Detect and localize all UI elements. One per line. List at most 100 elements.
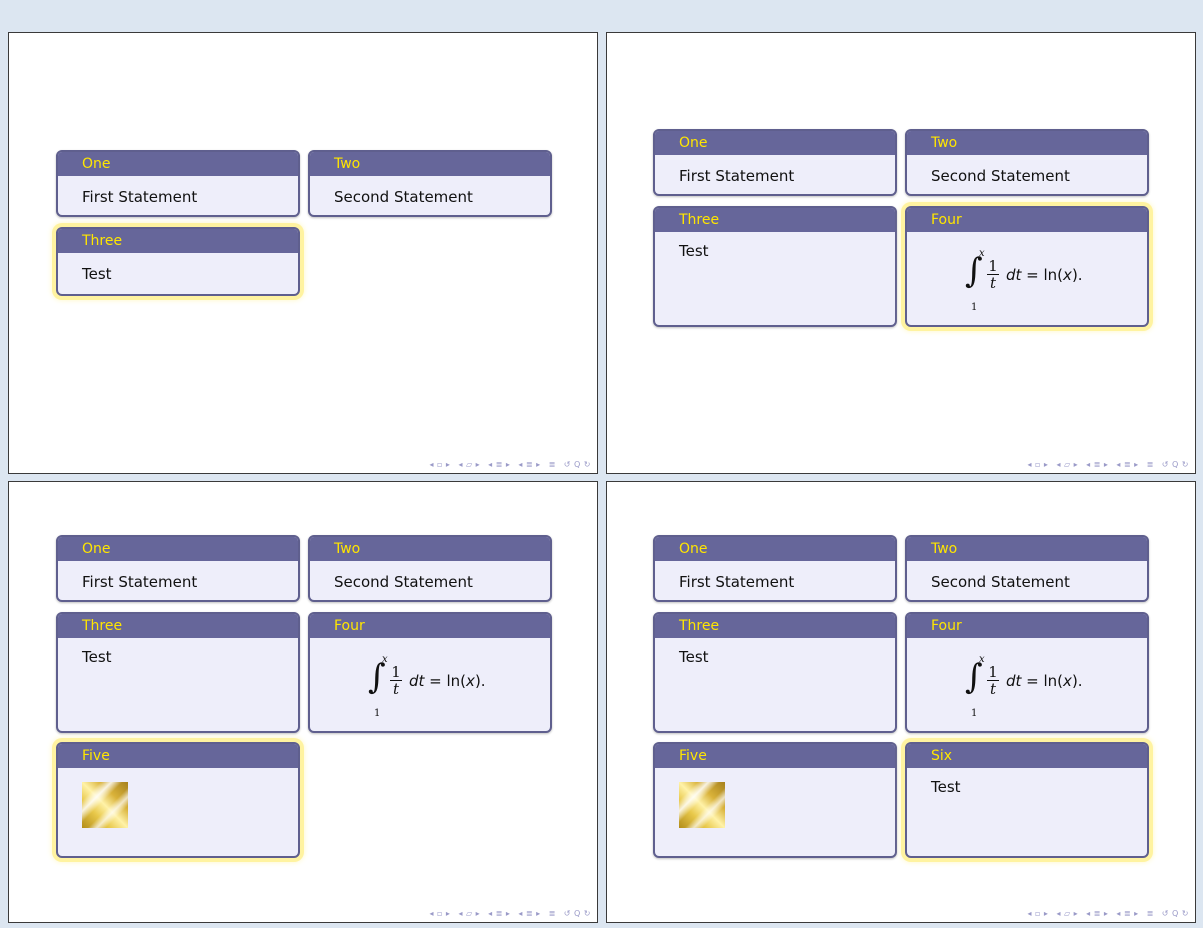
closing: ). <box>1071 266 1083 284</box>
nav-next-slide-icon[interactable]: ▸ <box>1074 909 1079 918</box>
nav-prev-slide-icon[interactable]: ◂ <box>458 909 463 918</box>
nav-forward-icon[interactable]: ↻ <box>1182 460 1189 469</box>
block-title: Three <box>58 614 298 638</box>
nav-prev-section-icon[interactable]: ◂ <box>488 909 493 918</box>
block-four: Four x ∫ 1 1 t dt = ln(x). <box>308 612 552 733</box>
block-one: One First Statement <box>56 535 300 602</box>
nav-outline-icon[interactable]: ≣ <box>1147 460 1154 469</box>
navigation-bar: ◂ ▫ ▸ ◂ ▱ ▸ ◂ ≣ ▸ ◂ ≣ ▸ ≣ ↺ Q ↻ <box>1027 908 1189 918</box>
nav-back-icon[interactable]: ↺ <box>1162 460 1169 469</box>
nav-frame-icon[interactable]: ▫ <box>1035 460 1041 469</box>
block-body: Test <box>679 242 709 260</box>
nav-prev-subsection-icon[interactable]: ◂ <box>1116 460 1121 469</box>
nav-subsection-icon[interactable]: ≣ <box>526 460 533 469</box>
nav-outline-icon[interactable]: ≣ <box>1147 909 1154 918</box>
nav-next-section-icon[interactable]: ▸ <box>506 460 511 469</box>
nav-subsection-icon[interactable]: ≣ <box>1124 460 1131 469</box>
nav-next-section-icon[interactable]: ▸ <box>506 909 511 918</box>
nav-next-subsection-icon[interactable]: ▸ <box>536 460 541 469</box>
integral-formula: x ∫ 1 1 t dt = ln(x). <box>907 648 1147 719</box>
nav-back-icon[interactable]: ↺ <box>1162 909 1169 918</box>
nav-prev-slide-icon[interactable]: ◂ <box>1056 909 1061 918</box>
nav-search-icon[interactable]: Q <box>1172 909 1179 918</box>
block-two: Two Second Statement <box>308 150 552 217</box>
nav-section-icon[interactable]: ≣ <box>1094 460 1101 469</box>
nav-outline-icon[interactable]: ≣ <box>549 460 556 469</box>
nav-frame-icon[interactable]: ▫ <box>437 460 443 469</box>
nav-search-icon[interactable]: Q <box>1172 460 1179 469</box>
fraction: 1 t <box>987 258 999 291</box>
nav-search-icon[interactable]: Q <box>574 909 581 918</box>
nav-frame-icon[interactable]: ▫ <box>1035 909 1041 918</box>
integral-result: dt = ln(x). <box>1006 266 1083 284</box>
nav-next-section-icon[interactable]: ▸ <box>1104 909 1109 918</box>
nav-prev-section-icon[interactable]: ◂ <box>1086 460 1091 469</box>
nav-next-frame-icon[interactable]: ▸ <box>446 460 451 469</box>
nav-prev-frame-icon[interactable]: ◂ <box>1027 460 1032 469</box>
slide-page-4: One First Statement Two Second Statement… <box>606 481 1196 923</box>
nav-slide-icon[interactable]: ▱ <box>1064 909 1071 918</box>
block-body: Second Statement <box>931 573 1070 591</box>
block-title: Five <box>58 744 298 768</box>
nav-prev-slide-icon[interactable]: ◂ <box>1056 460 1061 469</box>
slide-page-1: One First Statement Two Second Statement… <box>8 32 598 474</box>
block-three: Three Test <box>56 612 300 733</box>
integral-lower-limit: 1 <box>971 708 978 719</box>
nav-slide-icon[interactable]: ▱ <box>466 460 473 469</box>
nav-back-icon[interactable]: ↺ <box>564 909 571 918</box>
nav-search-icon[interactable]: Q <box>574 460 581 469</box>
fraction-numerator: 1 <box>988 257 998 275</box>
nav-frame-icon[interactable]: ▫ <box>437 909 443 918</box>
nav-prev-subsection-icon[interactable]: ◂ <box>518 909 523 918</box>
block-title: Four <box>310 614 550 638</box>
equals-ln: = ln( <box>424 672 467 690</box>
nav-section-icon[interactable]: ≣ <box>496 460 503 469</box>
nav-next-subsection-icon[interactable]: ▸ <box>1134 460 1139 469</box>
nav-next-frame-icon[interactable]: ▸ <box>1044 460 1049 469</box>
navigation-bar: ◂ ▫ ▸ ◂ ▱ ▸ ◂ ≣ ▸ ◂ ≣ ▸ ≣ ↺ Q ↻ <box>429 459 591 469</box>
nav-next-subsection-icon[interactable]: ▸ <box>1134 909 1139 918</box>
block-two: Two Second Statement <box>308 535 552 602</box>
differential: dt <box>1006 672 1022 690</box>
block-four: Four x ∫ 1 1 t dt = ln(x). <box>905 206 1149 327</box>
nav-section-icon[interactable]: ≣ <box>1094 909 1101 918</box>
block-body: First Statement <box>82 573 198 591</box>
nav-forward-icon[interactable]: ↻ <box>1182 909 1189 918</box>
nav-forward-icon[interactable]: ↻ <box>584 909 591 918</box>
nav-prev-section-icon[interactable]: ◂ <box>488 460 493 469</box>
nav-outline-icon[interactable]: ≣ <box>549 909 556 918</box>
nav-prev-frame-icon[interactable]: ◂ <box>1027 909 1032 918</box>
nav-prev-subsection-icon[interactable]: ◂ <box>1116 909 1121 918</box>
nav-prev-frame-icon[interactable]: ◂ <box>429 460 434 469</box>
nav-prev-frame-icon[interactable]: ◂ <box>429 909 434 918</box>
nav-next-slide-icon[interactable]: ▸ <box>1074 460 1079 469</box>
fraction: 1 t <box>987 664 999 697</box>
nav-subsection-icon[interactable]: ≣ <box>1124 909 1131 918</box>
integral-sign: ∫ <box>965 251 983 291</box>
nav-section-icon[interactable]: ≣ <box>496 909 503 918</box>
nav-subsection-icon[interactable]: ≣ <box>526 909 533 918</box>
nav-next-slide-icon[interactable]: ▸ <box>476 909 481 918</box>
block-title: One <box>58 537 298 561</box>
nav-next-frame-icon[interactable]: ▸ <box>1044 909 1049 918</box>
block-body: First Statement <box>679 573 795 591</box>
nav-slide-icon[interactable]: ▱ <box>1064 460 1071 469</box>
block-body: Second Statement <box>334 573 473 591</box>
nav-prev-section-icon[interactable]: ◂ <box>1086 909 1091 918</box>
nav-next-frame-icon[interactable]: ▸ <box>446 909 451 918</box>
nav-next-subsection-icon[interactable]: ▸ <box>536 909 541 918</box>
closing: ). <box>1071 672 1083 690</box>
nav-prev-subsection-icon[interactable]: ◂ <box>518 460 523 469</box>
nav-slide-icon[interactable]: ▱ <box>466 909 473 918</box>
block-title: Two <box>310 537 550 561</box>
integral-formula: x ∫ 1 1 t dt = ln(x). <box>907 242 1147 313</box>
nav-back-icon[interactable]: ↺ <box>564 460 571 469</box>
nav-prev-slide-icon[interactable]: ◂ <box>458 460 463 469</box>
block-body: Second Statement <box>931 167 1070 185</box>
nav-forward-icon[interactable]: ↻ <box>584 460 591 469</box>
integral-sign: ∫ <box>368 657 386 697</box>
block-one: One First Statement <box>653 535 897 602</box>
nav-next-slide-icon[interactable]: ▸ <box>476 460 481 469</box>
integral-result: dt = ln(x). <box>409 672 486 690</box>
nav-next-section-icon[interactable]: ▸ <box>1104 460 1109 469</box>
